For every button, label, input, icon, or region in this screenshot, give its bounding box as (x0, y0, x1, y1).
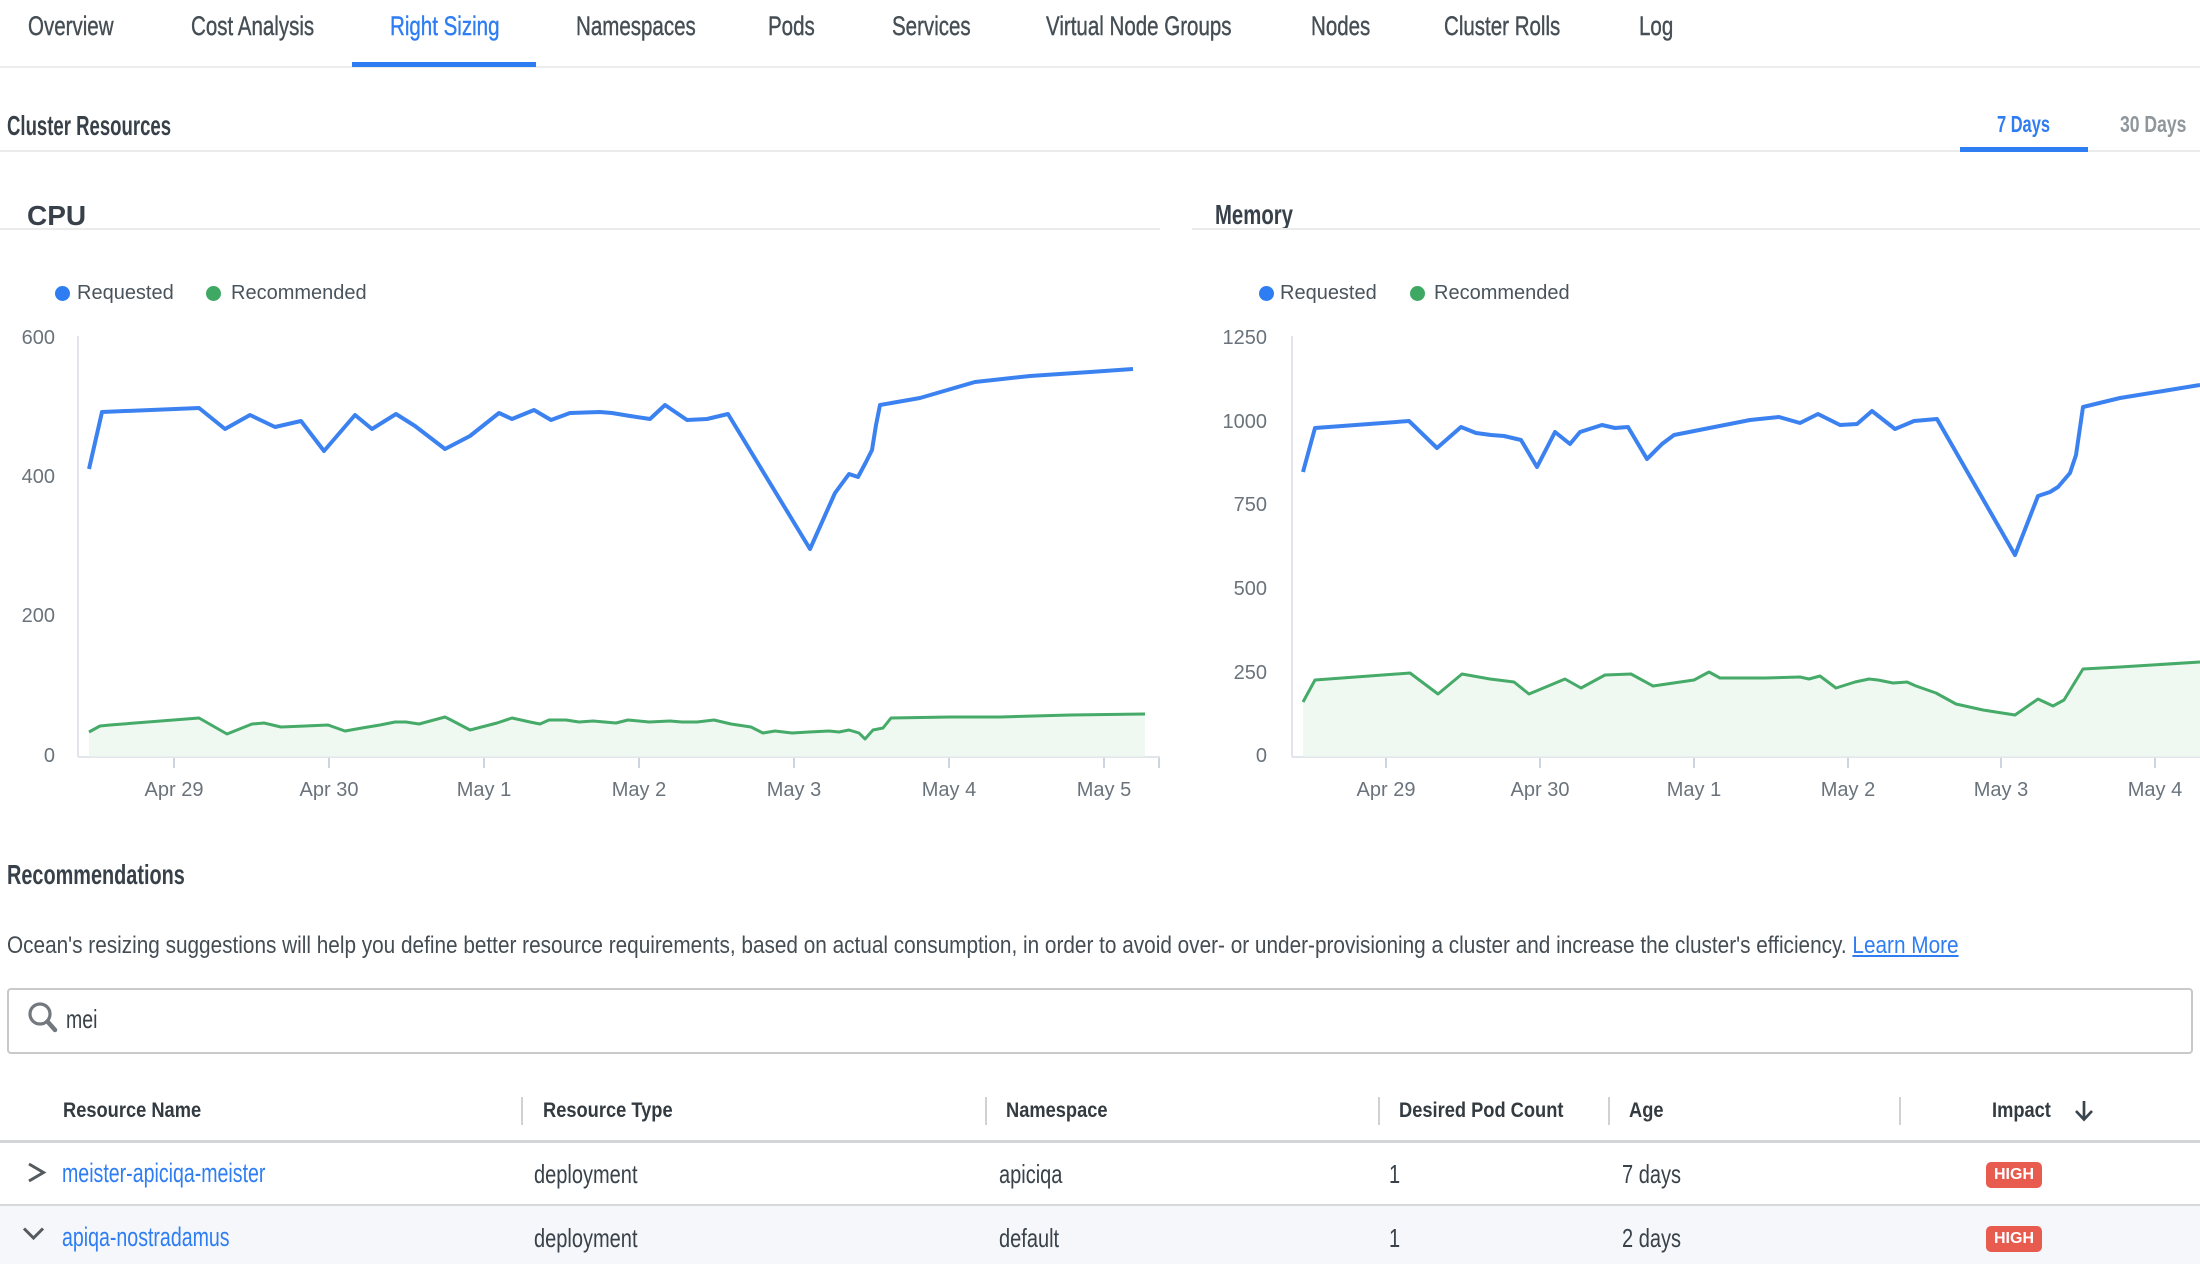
svg-text:May 3: May 3 (1974, 779, 2028, 801)
svg-text:0: 0 (1256, 745, 1267, 767)
svg-text:May 4: May 4 (922, 779, 976, 801)
svg-text:May 1: May 1 (1667, 779, 1721, 801)
svg-text:600: 600 (22, 327, 55, 349)
svg-text:Apr 29: Apr 29 (1357, 779, 1416, 801)
svg-text:750: 750 (1234, 494, 1267, 516)
svg-text:0: 0 (44, 745, 55, 767)
svg-text:1250: 1250 (1223, 327, 1268, 349)
svg-text:Apr 30: Apr 30 (300, 779, 359, 801)
svg-text:May 2: May 2 (612, 779, 666, 801)
svg-text:May 3: May 3 (767, 779, 821, 801)
svg-text:250: 250 (1234, 662, 1267, 684)
svg-text:May 4: May 4 (2128, 779, 2182, 801)
svg-text:May 2: May 2 (1821, 779, 1875, 801)
svg-text:Apr 30: Apr 30 (1511, 779, 1570, 801)
svg-text:200: 200 (22, 605, 55, 627)
svg-text:500: 500 (1234, 578, 1267, 600)
svg-text:May 5: May 5 (1077, 779, 1131, 801)
svg-text:May 1: May 1 (457, 779, 511, 801)
svg-text:1000: 1000 (1223, 411, 1268, 433)
svg-text:Apr 29: Apr 29 (145, 779, 204, 801)
svg-text:400: 400 (22, 466, 55, 488)
